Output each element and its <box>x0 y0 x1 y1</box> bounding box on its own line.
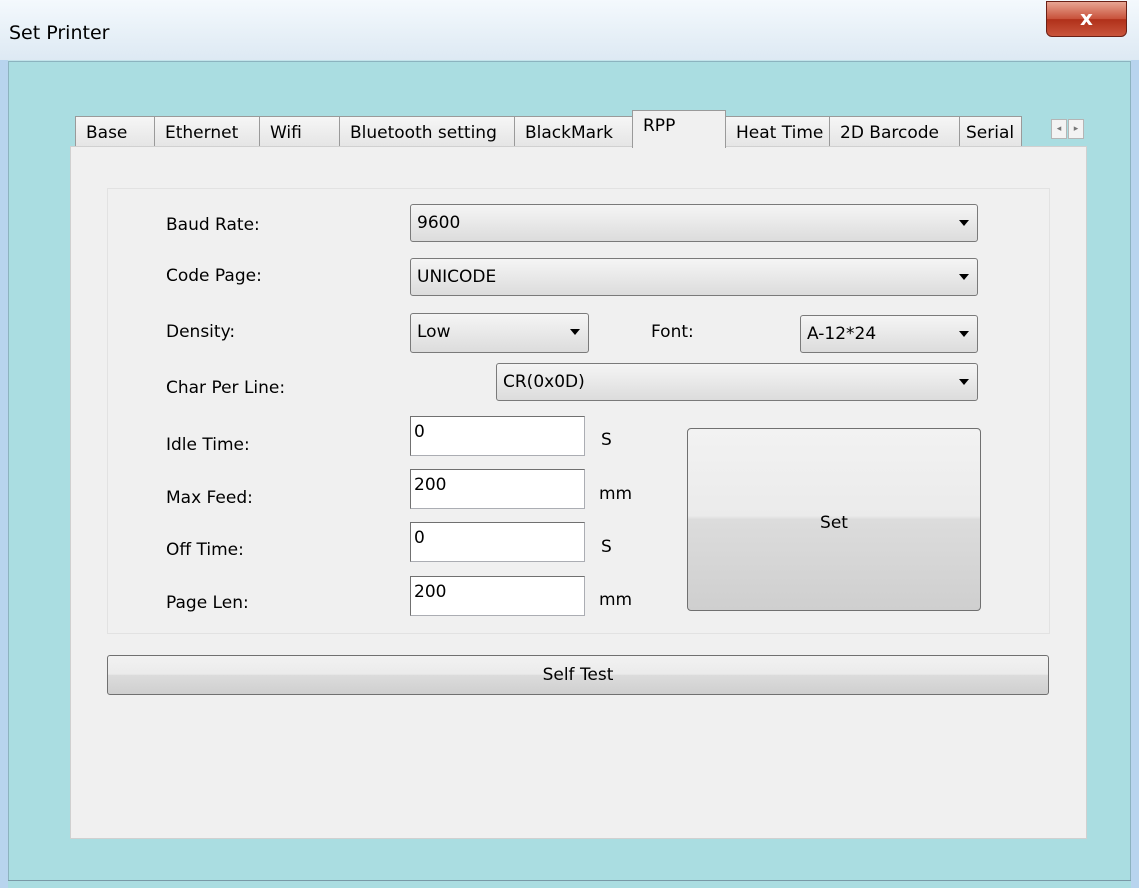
font-value: A-12*24 <box>807 324 877 344</box>
tab-scroll-right-icon[interactable]: ▸ <box>1068 119 1084 139</box>
chevron-down-icon <box>959 379 969 385</box>
page-len-label: Page Len: <box>166 593 249 613</box>
char-per-line-value: CR(0x0D) <box>503 372 585 392</box>
window-frame-bottom <box>8 880 1131 888</box>
chevron-down-icon <box>570 329 580 335</box>
code-page-value: UNICODE <box>417 267 497 287</box>
chevron-down-icon <box>959 274 969 280</box>
char-per-line-select[interactable]: CR(0x0D) <box>496 363 978 401</box>
max-feed-input[interactable]: 200 <box>410 469 585 509</box>
max-feed-unit: mm <box>599 484 633 504</box>
tab-ethernet[interactable]: Ethernet <box>154 116 260 148</box>
off-time-unit: S <box>601 537 612 557</box>
window-frame-left <box>0 60 8 888</box>
baud-rate-value: 9600 <box>417 213 461 233</box>
tab-2d-barcode[interactable]: 2D Barcode <box>829 116 960 148</box>
window-frame-right <box>1131 60 1139 888</box>
tab-base[interactable]: Base <box>75 116 155 148</box>
dialog-window: Set Printer x Base Ethernet Wifi Bluetoo… <box>0 0 1139 888</box>
density-value: Low <box>417 322 451 342</box>
code-page-label: Code Page: <box>166 266 262 286</box>
self-test-button[interactable]: Self Test <box>107 655 1049 695</box>
idle-time-label: Idle Time: <box>166 435 250 455</box>
font-select[interactable]: A-12*24 <box>800 315 978 353</box>
baud-rate-label: Baud Rate: <box>166 215 260 235</box>
char-per-line-label: Char Per Line: <box>166 378 286 398</box>
tab-bluetooth-setting[interactable]: Bluetooth setting <box>339 116 515 148</box>
close-button[interactable]: x <box>1046 1 1127 37</box>
tab-rpp[interactable]: RPP <box>632 110 726 148</box>
code-page-select[interactable]: UNICODE <box>410 258 978 296</box>
baud-rate-select[interactable]: 9600 <box>410 204 978 242</box>
page-len-unit: mm <box>599 590 633 610</box>
off-time-label: Off Time: <box>166 540 244 560</box>
set-button[interactable]: Set <box>687 428 981 611</box>
max-feed-label: Max Feed: <box>166 488 253 508</box>
window-title: Set Printer <box>9 22 110 44</box>
idle-time-input[interactable]: 0 <box>410 416 585 456</box>
tab-scroll-left-icon[interactable]: ◂ <box>1051 119 1067 139</box>
density-select[interactable]: Low <box>410 313 589 353</box>
chevron-down-icon <box>959 220 969 226</box>
tab-blackmark[interactable]: BlackMark <box>514 116 633 148</box>
font-label: Font: <box>651 322 694 342</box>
chevron-down-icon <box>959 331 969 337</box>
tab-serial[interactable]: Serial <box>959 116 1022 148</box>
idle-time-unit: S <box>601 430 612 450</box>
density-label: Density: <box>166 322 236 342</box>
page-len-input[interactable]: 200 <box>410 576 585 616</box>
off-time-input[interactable]: 0 <box>410 522 585 562</box>
tab-wifi[interactable]: Wifi <box>259 116 340 148</box>
tab-heat-time[interactable]: Heat Time <box>725 116 830 148</box>
title-bar: Set Printer x <box>0 0 1139 60</box>
